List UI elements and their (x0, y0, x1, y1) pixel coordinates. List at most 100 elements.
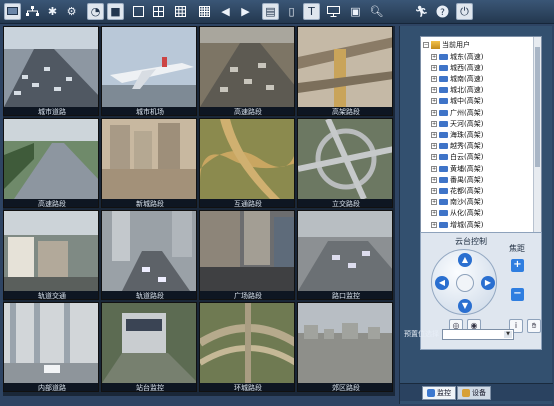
stop-icon[interactable]: ■ (107, 3, 124, 20)
exit-icon[interactable]: ⏻ (456, 3, 473, 20)
layout-4-icon[interactable] (150, 3, 167, 20)
camera-view[interactable]: 高架路段 (297, 26, 393, 116)
expand-icon[interactable]: + (431, 176, 437, 183)
expand-icon[interactable]: + (431, 87, 437, 94)
expand-icon[interactable]: + (431, 75, 437, 82)
collapse-icon[interactable]: − (423, 41, 429, 48)
tree-item[interactable]: + 花都(高架) (431, 185, 541, 196)
tree-item[interactable]: + 越秀(高架) (431, 141, 541, 152)
camera-view[interactable]: 高速路段 (3, 118, 99, 208)
camera-feed (102, 119, 196, 199)
expand-icon[interactable]: + (431, 154, 437, 161)
tree-item[interactable]: + 番禺(高架) (431, 174, 541, 185)
camera-icon (439, 187, 448, 194)
camera-view[interactable]: 城市机场 (101, 26, 197, 116)
expand-icon[interactable]: + (431, 221, 437, 228)
clock-icon[interactable]: ◔ (87, 3, 104, 20)
mobile-icon[interactable]: ▯ (283, 3, 300, 20)
tree-root[interactable]: − 当前用户 (423, 39, 535, 50)
tree-item[interactable]: + 黄埔(高架) (431, 163, 541, 174)
expand-icon[interactable]: + (431, 187, 437, 194)
camera-view[interactable]: 互通路段 (199, 118, 295, 208)
tree-item[interactable]: + 南沙(高架) (431, 197, 541, 208)
settings-gear-icon[interactable]: ✱ (44, 3, 61, 20)
pan-left-button[interactable]: ◀ (435, 276, 449, 290)
camera-view[interactable]: 立交路段 (297, 118, 393, 208)
camera-view[interactable]: 广场路段 (199, 210, 295, 300)
tree-item-label: 城南(高速) (450, 74, 484, 83)
monitor-icon[interactable] (4, 3, 21, 20)
preset-row: 预置位选择 ▼ (404, 328, 550, 340)
tree-item[interactable]: + 广州(高架) (431, 107, 541, 118)
preset-dropdown[interactable]: ▼ (442, 328, 514, 340)
layout-1-icon[interactable] (130, 3, 147, 20)
camera-view[interactable]: 环城路段 (199, 302, 295, 392)
tab-monitor[interactable]: 监控 (422, 386, 456, 400)
tree-item-label: 花都(高架) (450, 186, 484, 195)
expand-icon[interactable]: + (431, 210, 437, 217)
run-icon[interactable]: 🏃︎ (413, 3, 430, 20)
expand-icon[interactable]: + (431, 64, 437, 71)
tree-item[interactable]: + 白云(高架) (431, 152, 541, 163)
expand-icon[interactable]: + (431, 165, 437, 172)
pan-right-button[interactable]: ▶ (481, 276, 495, 290)
toolbar: ✱ ⚙ ◔ ■ ◀ ▶ ▤ ▯ T ▣ 🔍︎ 🏃︎ ? ⏻ (0, 0, 554, 24)
camera-icon (439, 165, 448, 172)
camera-view[interactable]: 内部道路 (3, 302, 99, 392)
camera-icon (439, 176, 448, 183)
camera-view[interactable]: 城市道路 (3, 26, 99, 116)
text-icon[interactable]: T (303, 3, 320, 20)
camera-icon (439, 154, 448, 161)
tree-item-label: 黄埔(高架) (450, 164, 484, 173)
tree-item[interactable]: + 增城(高架) (431, 219, 541, 230)
camera-feed (200, 27, 294, 107)
expand-icon[interactable]: + (431, 53, 437, 60)
camera-view[interactable]: 郊区路段 (297, 302, 393, 392)
camera-feed (200, 303, 294, 383)
tree-item[interactable]: + 天河(高架) (431, 118, 541, 129)
camera-caption: 路口监控 (298, 291, 392, 299)
layout-9-icon[interactable] (172, 3, 189, 20)
expand-icon[interactable]: + (431, 143, 437, 150)
zoom-out-button[interactable]: − (511, 288, 524, 301)
camera-view[interactable]: 站台监控 (101, 302, 197, 392)
help-icon[interactable]: ? (434, 3, 451, 20)
expand-icon[interactable]: + (431, 98, 437, 105)
pan-down-button[interactable]: ▼ (458, 299, 472, 313)
expand-icon[interactable]: + (431, 131, 437, 138)
tree-item[interactable]: + 城东(高速) (431, 51, 541, 62)
chevron-down-icon[interactable]: ▼ (504, 330, 512, 338)
camera-view[interactable]: 新城路段 (101, 118, 197, 208)
tab-device[interactable]: 设备 (457, 386, 491, 400)
document-icon[interactable]: ▤ (262, 3, 279, 20)
camera-view[interactable]: 轨道路段 (101, 210, 197, 300)
camera-view[interactable]: 路口监控 (297, 210, 393, 300)
tree-item[interactable]: + 城中(高架) (431, 96, 541, 107)
tree-item[interactable]: + 从化(高架) (431, 208, 541, 219)
camera-view[interactable]: 高速路段 (199, 26, 295, 116)
display-icon[interactable] (325, 3, 342, 20)
scrollbar-thumb[interactable] (535, 47, 540, 167)
prev-icon[interactable]: ◀ (217, 3, 234, 20)
zoom-in-button[interactable]: + (511, 259, 524, 272)
tree-item[interactable]: + 城北(高速) (431, 85, 541, 96)
gear-icon[interactable]: ⚙ (63, 3, 80, 20)
layout-16-icon[interactable] (196, 3, 213, 20)
pan-up-button[interactable]: ▲ (458, 253, 472, 267)
tree-item[interactable]: + 海珠(高架) (431, 129, 541, 140)
search-icon[interactable]: 🔍︎ (368, 3, 385, 20)
tree-item[interactable]: + 城西(高速) (431, 62, 541, 73)
camera-icon (439, 75, 448, 82)
expand-icon[interactable]: + (431, 199, 437, 206)
expand-icon[interactable]: + (431, 109, 437, 116)
tree-scrollbar[interactable] (533, 37, 541, 249)
expand-icon[interactable]: + (431, 120, 437, 127)
camera-view[interactable]: 轨道交通 (3, 210, 99, 300)
next-icon[interactable]: ▶ (237, 3, 254, 20)
network-icon[interactable] (24, 3, 41, 20)
tree-item[interactable]: + 城南(高速) (431, 73, 541, 84)
camera-icon (439, 131, 448, 138)
tab-label: 监控 (437, 389, 451, 397)
zoom-icon[interactable]: ▣ (347, 3, 364, 20)
ptz-center-button[interactable] (456, 274, 474, 292)
